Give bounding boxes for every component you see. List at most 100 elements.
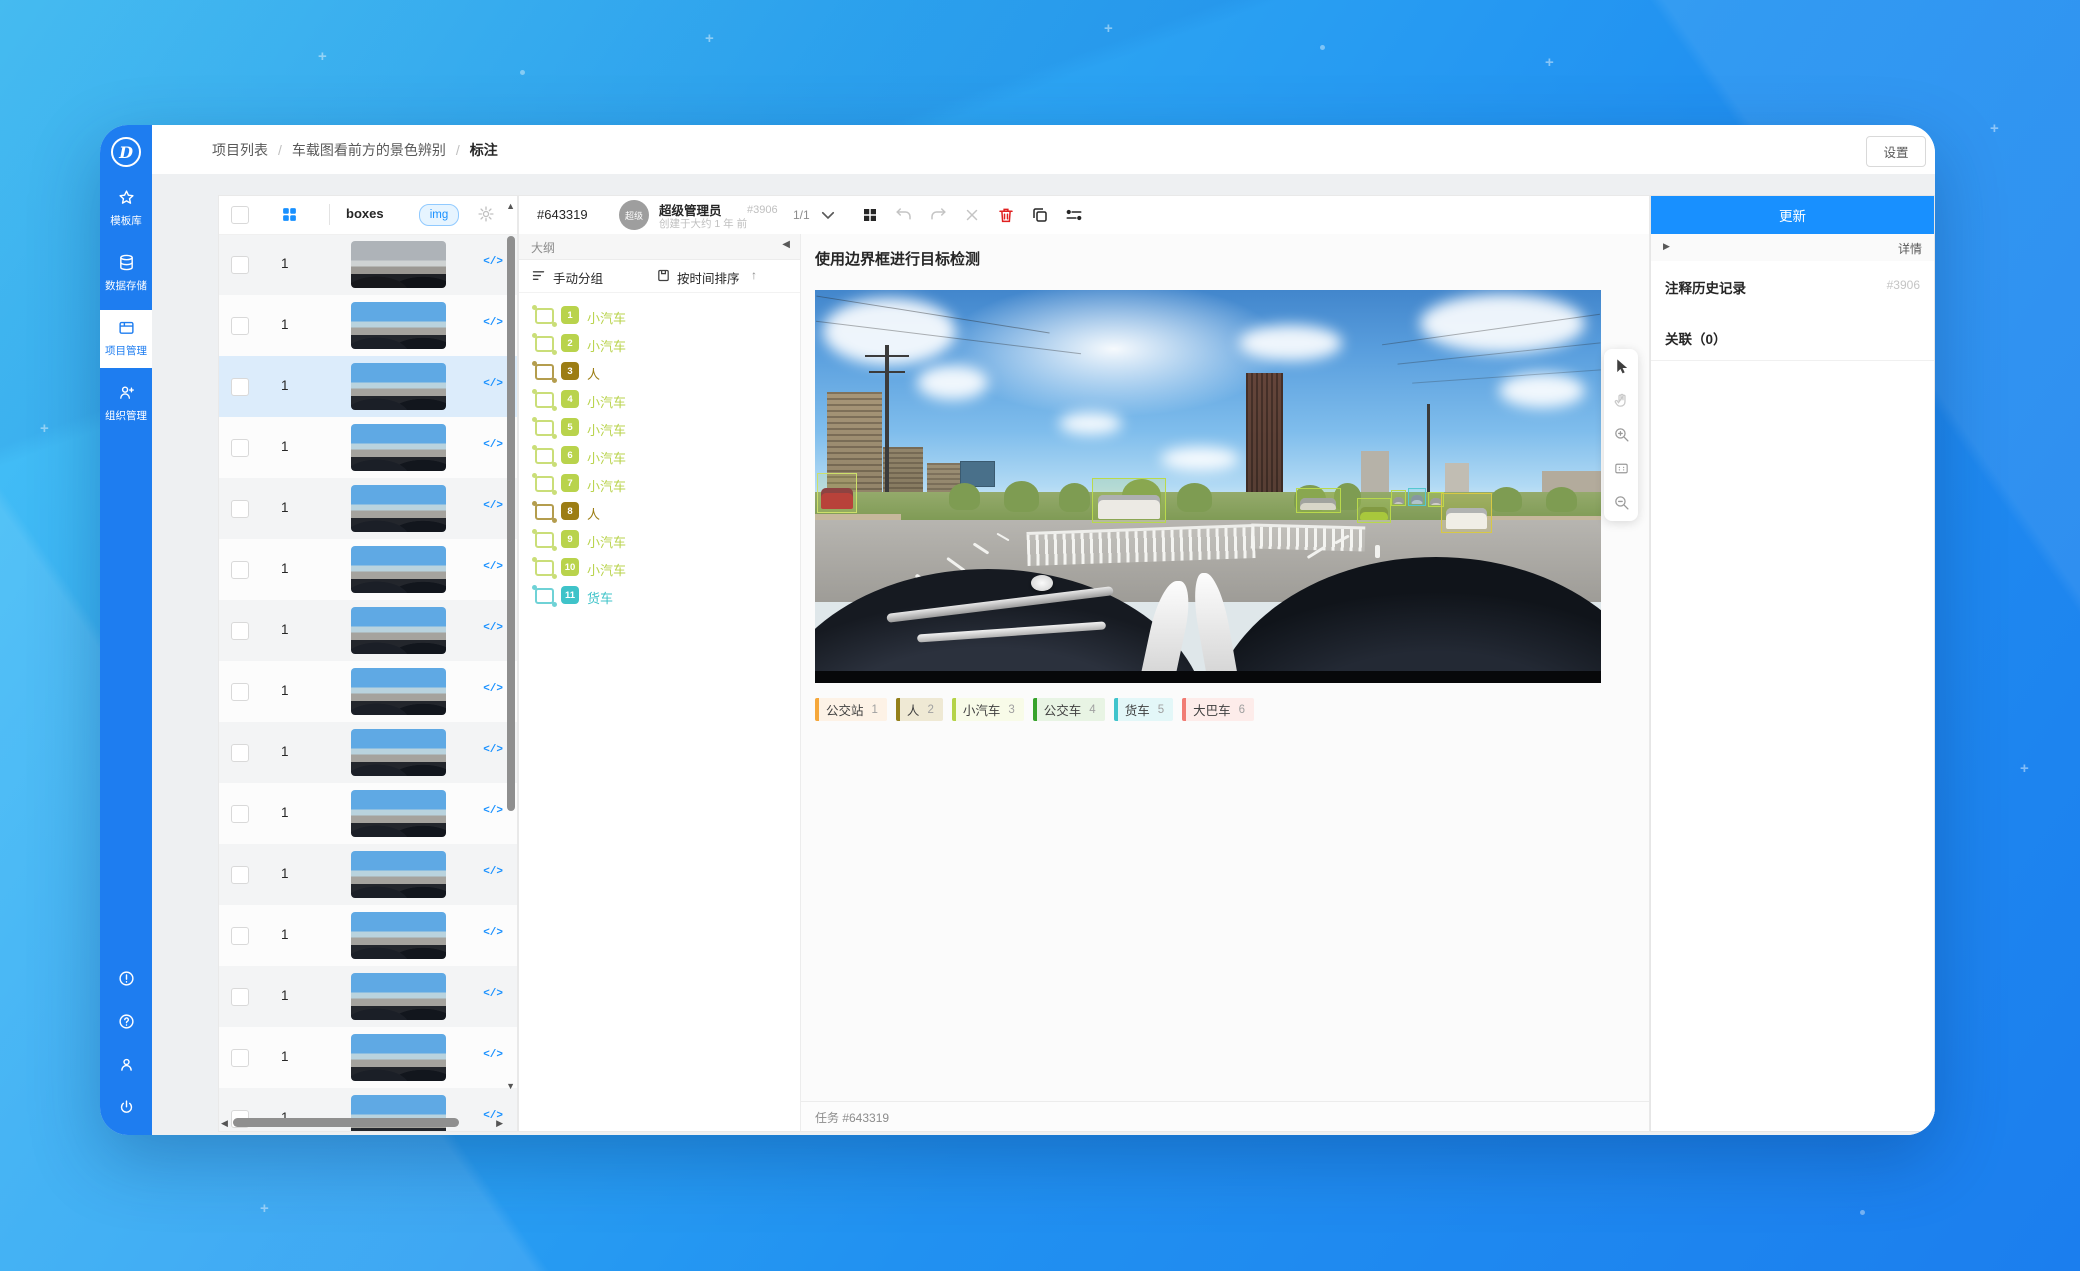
code-icon[interactable]: </>	[483, 744, 503, 756]
row-thumbnail[interactable]	[351, 973, 446, 1020]
list-item[interactable]: 1 </>	[219, 844, 517, 905]
pan-tool-button[interactable]	[1604, 383, 1638, 417]
row-thumbnail[interactable]	[351, 912, 446, 959]
list-item[interactable]: 1 </>	[219, 661, 517, 722]
annotation-item[interactable]: 1 小汽车	[519, 301, 800, 329]
list-item[interactable]: 1 </>	[219, 783, 517, 844]
bounding-box[interactable]	[1092, 478, 1167, 523]
horizontal-scrollbar-thumb[interactable]	[233, 1118, 459, 1127]
zoom-out-tool-button[interactable]	[1604, 485, 1638, 519]
list-item[interactable]: 1 </>	[219, 295, 517, 356]
annotation-item[interactable]: 3 人	[519, 357, 800, 385]
list-item[interactable]: 1 </>	[219, 478, 517, 539]
row-checkbox[interactable]	[231, 317, 249, 335]
code-icon[interactable]: </>	[483, 378, 503, 390]
redo-button[interactable]	[929, 206, 947, 224]
sidebar-item-templates[interactable]: 模板库	[100, 180, 152, 238]
code-icon[interactable]: </>	[483, 683, 503, 695]
zoom-in-tool-button[interactable]	[1604, 417, 1638, 451]
duplicate-button[interactable]	[1031, 206, 1049, 224]
label-tag[interactable]: 公交站 1	[815, 698, 887, 721]
horizontal-scrollbar[interactable]: ◀ ▶	[219, 1117, 505, 1129]
update-button[interactable]: 更新	[1651, 196, 1934, 234]
annotation-item[interactable]: 5 小汽车	[519, 413, 800, 441]
column-title[interactable]: boxes	[346, 206, 384, 221]
list-item[interactable]: 1 </>	[219, 905, 517, 966]
code-icon[interactable]: </>	[483, 622, 503, 634]
list-item[interactable]: 1 </>	[219, 234, 517, 295]
row-checkbox[interactable]	[231, 744, 249, 762]
code-icon[interactable]: </>	[483, 439, 503, 451]
row-thumbnail[interactable]	[351, 790, 446, 837]
row-thumbnail[interactable]	[351, 241, 446, 288]
row-checkbox[interactable]	[231, 683, 249, 701]
row-thumbnail[interactable]	[351, 729, 446, 776]
bounding-box[interactable]	[817, 473, 857, 513]
bounding-box[interactable]	[1391, 490, 1406, 506]
breadcrumb-projects[interactable]: 项目列表	[212, 140, 268, 160]
delete-button[interactable]	[997, 206, 1015, 224]
code-icon[interactable]: </>	[483, 805, 503, 817]
annotation-canvas[interactable]	[815, 290, 1601, 683]
row-checkbox[interactable]	[231, 988, 249, 1006]
scroll-up-arrow[interactable]: ▲	[506, 201, 515, 211]
bounding-box[interactable]	[1441, 493, 1491, 533]
bounding-box[interactable]	[1296, 488, 1341, 513]
annotation-item[interactable]: 8 人	[519, 497, 800, 525]
row-checkbox[interactable]	[231, 439, 249, 457]
scroll-left-arrow[interactable]: ◀	[221, 1118, 228, 1129]
collapse-outline-icon[interactable]: ◀	[782, 239, 790, 250]
list-item[interactable]: 1 </>	[219, 966, 517, 1027]
annotation-item[interactable]: 11 货车	[519, 581, 800, 609]
row-checkbox[interactable]	[231, 561, 249, 579]
label-tag[interactable]: 货车 5	[1114, 698, 1173, 721]
info-button[interactable]	[100, 960, 152, 1000]
reset-button[interactable]	[963, 206, 981, 224]
fit-to-screen-button[interactable]	[1604, 451, 1638, 485]
avatar[interactable]: 超级	[619, 200, 649, 230]
sidebar-item-data-storage[interactable]: 数据存储	[100, 245, 152, 303]
bounding-box[interactable]	[1357, 498, 1392, 523]
annotations-dropdown-button[interactable]	[819, 206, 837, 224]
row-thumbnail[interactable]	[351, 607, 446, 654]
row-checkbox[interactable]	[231, 805, 249, 823]
row-thumbnail[interactable]	[351, 851, 446, 898]
row-checkbox[interactable]	[231, 378, 249, 396]
code-icon[interactable]: </>	[483, 561, 503, 573]
list-item[interactable]: 1 </>	[219, 356, 517, 417]
grid-view-icon[interactable]	[281, 206, 298, 223]
expand-icon[interactable]: ▶	[1663, 241, 1670, 252]
scroll-down-arrow[interactable]: ▼	[506, 1081, 515, 1091]
annotation-history-section[interactable]: 注释历史记录 #3906	[1651, 261, 1934, 313]
code-icon[interactable]: </>	[483, 988, 503, 1000]
code-icon[interactable]: </>	[483, 317, 503, 329]
annotation-item[interactable]: 7 小汽车	[519, 469, 800, 497]
row-thumbnail[interactable]	[351, 546, 446, 593]
annotation-item[interactable]: 4 小汽车	[519, 385, 800, 413]
group-mode-select[interactable]: 手动分组	[553, 268, 603, 287]
view-all-button[interactable]	[861, 206, 879, 224]
list-item[interactable]: 1 </>	[219, 1027, 517, 1088]
app-logo[interactable]: D	[111, 137, 141, 167]
list-item[interactable]: 1 </>	[219, 600, 517, 661]
row-thumbnail[interactable]	[351, 302, 446, 349]
bounding-box[interactable]	[1408, 488, 1425, 506]
label-tag[interactable]: 大巴车 6	[1182, 698, 1254, 721]
select-all-checkbox[interactable]	[231, 206, 249, 224]
label-tag[interactable]: 公交车 4	[1033, 698, 1105, 721]
code-icon[interactable]: </>	[483, 927, 503, 939]
type-badge[interactable]: img	[419, 204, 459, 226]
annotation-item[interactable]: 2 小汽车	[519, 329, 800, 357]
breadcrumb-project-name[interactable]: 车载图看前方的景色辨别	[292, 140, 446, 160]
row-checkbox[interactable]	[231, 1049, 249, 1067]
label-tag[interactable]: 人 2	[896, 698, 943, 721]
sort-mode-select[interactable]: 按时间排序	[677, 268, 740, 287]
help-button[interactable]	[100, 1003, 152, 1043]
list-item[interactable]: 1 </>	[219, 417, 517, 478]
row-thumbnail[interactable]	[351, 485, 446, 532]
relations-section[interactable]: 关联（0）	[1651, 312, 1934, 361]
list-item[interactable]: 1 </>	[219, 722, 517, 783]
detail-toggle-row[interactable]: ▶ 详情	[1651, 234, 1934, 262]
code-icon[interactable]: </>	[483, 1049, 503, 1061]
code-icon[interactable]: </>	[483, 500, 503, 512]
